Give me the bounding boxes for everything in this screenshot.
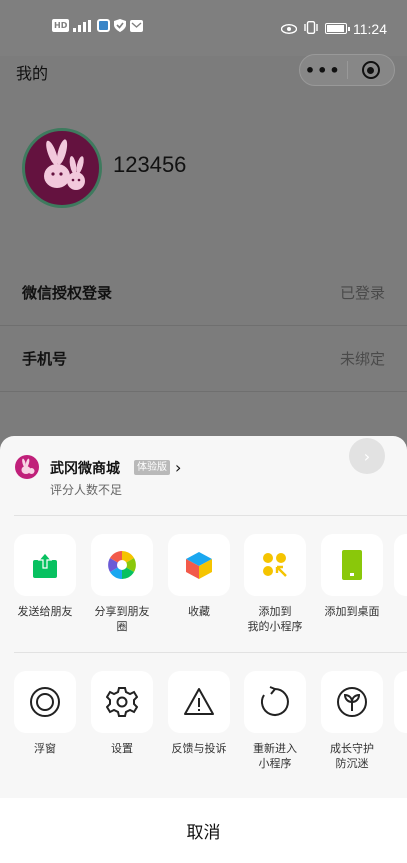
app-name[interactable]: 武冈微商城 [50,458,120,478]
float-window-icon [14,671,76,733]
close-miniprogram-button[interactable] [347,55,394,85]
divider [14,652,407,653]
app-detail-arrow-icon[interactable]: › [175,458,181,477]
partial-tile [394,534,407,596]
more-share-partial[interactable] [394,534,407,596]
app-logo-icon [15,455,39,479]
settings-icon [91,671,153,733]
reload-button[interactable]: 重新进入 小程序 [240,671,310,771]
item-label: 添加到 我的小程序 [247,605,303,633]
favorite-icon [168,534,230,596]
battery-level [327,25,345,32]
username: 123456 [113,152,187,177]
more-button[interactable]: ••• [300,55,347,85]
partial-tile [394,671,407,733]
reload-icon [244,671,306,733]
item-label: 反馈与投诉 [171,742,227,755]
float-window-button[interactable]: 浮窗 [10,671,80,756]
capsule-menu: ••• [299,54,395,86]
row-value: 已登录 [339,284,385,302]
status-bar: HD 11:24 [0,0,407,56]
signal-icon [73,19,93,32]
item-label: 浮窗 [34,742,56,755]
growth-guard-button[interactable]: 成长守护 防沉迷 [317,671,387,771]
hd-icon: HD [52,19,70,32]
item-label: 设置 [111,742,133,755]
moments-icon [91,534,153,596]
close-ring-icon [361,61,380,79]
add-to-desktop-button[interactable]: 添加到桌面 [317,534,387,619]
app-rating: 评分人数不足 [50,483,123,497]
cancel-button[interactable]: 取消 [0,798,407,863]
mail-icon [130,19,144,32]
row-value: 未绑定 [339,350,385,368]
vibrate-icon [303,19,319,38]
item-label: 成长守护 防沉迷 [330,742,374,770]
share-sheet: › 武冈微商城 体验版 › 评分人数不足 发送给朋友 分享到朋友 圈 收藏 添加… [0,436,407,863]
item-label: 收藏 [188,605,210,618]
warning-icon [168,671,230,733]
send-to-friend-button[interactable]: 发送给朋友 [10,534,80,619]
page-title: 我的 [16,64,49,83]
item-label: 分享到朋友圈 [94,605,150,633]
item-label: 重新进入 小程序 [253,742,297,770]
clock: 11:24 [353,20,387,37]
settings-button[interactable]: 设置 [87,671,157,756]
row-label: 微信授权登录 [22,284,113,302]
item-label: 添加到桌面 [324,605,380,618]
row-label: 手机号 [22,350,68,368]
avatar[interactable] [22,128,102,208]
app-icon [97,19,111,32]
sprout-icon [321,671,383,733]
shield-icon [114,19,127,32]
feedback-button[interactable]: 反馈与投诉 [164,671,234,756]
rabbit-logo-icon [44,139,85,190]
item-label: 发送给朋友 [17,605,73,618]
share-friend-icon [14,534,76,596]
add-desktop-icon [321,534,383,596]
chevron-right-icon: › [349,438,385,474]
row-phone[interactable]: 手机号 未绑定 [0,326,407,392]
row-wechat-login[interactable]: 微信授权登录 已登录 [0,260,407,326]
share-moments-button[interactable]: 分享到朋友圈 [87,534,157,634]
favorite-button[interactable]: 收藏 [164,534,234,619]
battery-icon [325,23,350,34]
status-right-icons: 11:24 [280,19,387,38]
add-to-miniprogram-button[interactable]: 添加到 我的小程序 [240,534,310,634]
trial-badge: 体验版 [134,460,170,475]
status-left-icons: HD [52,19,144,32]
more-action-partial[interactable] [394,671,407,733]
add-miniprogram-icon [244,534,306,596]
eye-icon [280,19,298,38]
divider [14,515,407,516]
